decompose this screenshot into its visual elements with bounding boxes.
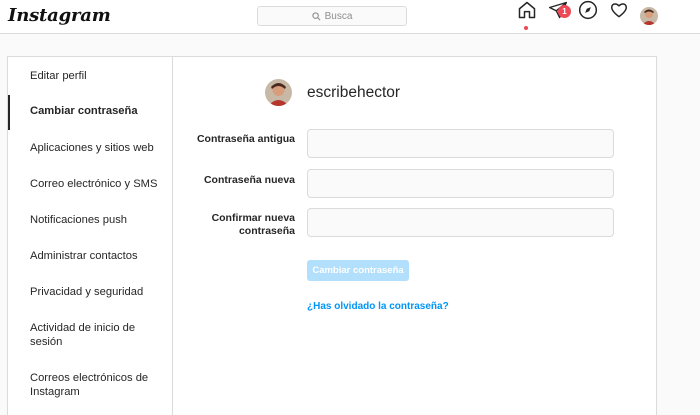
sidebar-item-privacidad[interactable]: Privacidad y seguridad (8, 285, 172, 299)
explore-icon[interactable] (578, 0, 598, 20)
sidebar-item-administrar-contactos[interactable]: Administrar contactos (8, 249, 172, 263)
avatar[interactable] (265, 79, 292, 106)
instagram-logo[interactable]: Instagram (8, 5, 111, 26)
settings-sidebar: Editar perfil Cambiar contraseña Aplicac… (8, 57, 173, 415)
sidebar-item-label: Cambiar contraseña (30, 105, 138, 117)
change-password-panel: escribehector Contraseña antigua Contras… (173, 57, 656, 415)
new-password-field[interactable] (307, 169, 614, 198)
confirm-password-field[interactable] (307, 208, 614, 237)
active-indicator-dot (524, 26, 528, 30)
sidebar-item-editar-perfil[interactable]: Editar perfil (8, 69, 172, 83)
sidebar-item-correo-sms[interactable]: Correo electrónico y SMS (8, 177, 172, 191)
avatar[interactable] (640, 7, 658, 25)
heart-icon[interactable] (609, 0, 629, 20)
sidebar-item-notificaciones-push[interactable]: Notificaciones push (8, 213, 172, 227)
settings-card: Editar perfil Cambiar contraseña Aplicac… (7, 56, 657, 415)
search-input[interactable]: Busca (257, 6, 407, 26)
sidebar-item-aplicaciones[interactable]: Aplicaciones y sitios web (8, 141, 172, 155)
new-password-label: Contraseña nueva (203, 174, 295, 186)
confirm-password-label: Confirmar nueva contraseña (211, 212, 295, 237)
sidebar-item-correos-instagram[interactable]: Correos electrónicos de Instagram (8, 371, 158, 399)
forgot-password-link[interactable]: ¿Has olvidado la contraseña? (307, 301, 449, 312)
notification-badge: 1 (558, 5, 571, 18)
old-password-field[interactable] (307, 129, 614, 158)
search-icon (311, 11, 321, 20)
top-navbar: Instagram Busca 1 (0, 0, 700, 34)
sidebar-item-cambiar-contrasena[interactable]: Cambiar contraseña (8, 95, 172, 130)
home-icon[interactable] (517, 0, 537, 20)
search-placeholder: Busca (324, 10, 353, 22)
change-password-button[interactable]: Cambiar contraseña (307, 260, 409, 281)
old-password-label: Contraseña antigua (196, 133, 295, 145)
sidebar-item-actividad-inicio[interactable]: Actividad de inicio de sesión (8, 321, 148, 349)
profile-username: escribehector (307, 84, 401, 101)
